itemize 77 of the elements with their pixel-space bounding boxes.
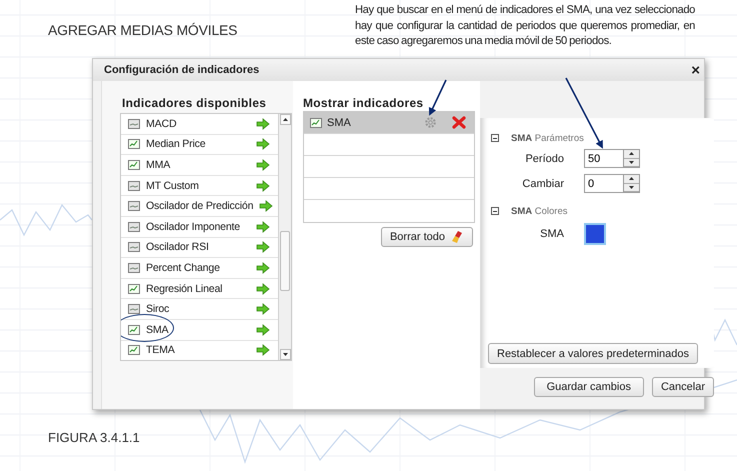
page-heading: AGREGAR MEDIAS MÓVILES	[48, 22, 238, 40]
chart-icon	[128, 201, 140, 212]
spin-down-button[interactable]	[624, 158, 639, 167]
cancel-button[interactable]: Cancelar	[652, 377, 714, 397]
add-arrow-icon[interactable]	[256, 138, 270, 150]
indicator-name[interactable]: Percent Change	[146, 262, 250, 274]
spin-up-button[interactable]	[624, 150, 639, 158]
field-label: SMA	[539, 228, 564, 240]
field-label: Cambiar	[521, 178, 564, 190]
line-chart-icon	[128, 345, 140, 356]
indicator-name[interactable]: Oscilador Imponente	[146, 220, 250, 233]
figure-caption: FIGURA 3.4.1.1	[48, 430, 140, 445]
indicator-name[interactable]: MT Custom	[146, 180, 250, 192]
indicator-name[interactable]: Regresión Lineal	[146, 282, 250, 295]
active-indicator-row[interactable]: SMA	[304, 112, 474, 134]
panel-heading: Indicadores disponibles	[122, 96, 268, 111]
add-arrow-icon[interactable]	[256, 262, 270, 274]
chart-icon	[128, 242, 140, 252]
number-input[interactable]: 0	[584, 174, 623, 193]
section-title: SMA Parámetros	[511, 132, 584, 144]
indicator-name[interactable]: MMA	[146, 158, 250, 171]
indicator-name[interactable]: TEMA	[146, 344, 250, 356]
add-arrow-icon[interactable]	[256, 118, 270, 130]
dialog-title: Configuración de indicadores	[104, 64, 260, 76]
add-arrow-icon[interactable]	[259, 200, 274, 212]
caret-up-icon	[629, 177, 634, 180]
indicator-name[interactable]: Oscilador de Predicción	[146, 200, 254, 212]
add-arrow-icon[interactable]	[256, 180, 270, 192]
collapse-icon[interactable]	[491, 207, 499, 215]
panel-heading: Mostrar indicadores	[303, 96, 424, 111]
scrollbar-thumb[interactable]	[280, 231, 290, 291]
color-swatch[interactable]	[584, 223, 606, 245]
indicator-name[interactable]: Siroc	[146, 303, 250, 316]
line-chart-icon	[128, 160, 140, 170]
annotation-text: Hay que buscar en el menú de indicadores el SMA, una vez seleccionado hay que configurar la cantidad de periodos que queremos promediar, en este caso agregaremos una media móvil de 50 periodos.	[355, 3, 695, 49]
scroll-down-button[interactable]	[280, 349, 290, 360]
caret-down-icon	[629, 160, 634, 164]
caret-down-icon	[282, 353, 288, 356]
chart-icon	[128, 118, 140, 129]
line-chart-icon	[128, 324, 140, 335]
indicator-name[interactable]: SMA	[146, 324, 250, 336]
reset-defaults-button[interactable]: Restablecer a valores predeterminados	[488, 343, 698, 364]
scrollbar[interactable]	[278, 114, 291, 360]
chart-icon	[128, 262, 140, 273]
chart-icon	[128, 222, 140, 232]
indicator-name[interactable]: Oscilador RSI	[146, 241, 250, 254]
add-arrow-icon[interactable]	[256, 220, 270, 233]
add-arrow-icon[interactable]	[256, 344, 270, 356]
caret-up-icon	[282, 118, 288, 121]
indicator-name[interactable]: MACD	[146, 118, 250, 130]
line-chart-icon	[128, 139, 140, 150]
close-button[interactable]: ×	[691, 62, 700, 78]
delete-icon[interactable]	[452, 116, 466, 129]
collapse-icon[interactable]	[491, 134, 499, 142]
save-button[interactable]: Guardar cambios	[534, 377, 644, 397]
section-title: SMA Colores	[511, 206, 568, 216]
add-arrow-icon[interactable]	[256, 282, 270, 295]
spin-down-button[interactable]	[624, 184, 639, 192]
add-arrow-icon[interactable]	[256, 241, 270, 254]
chart-icon	[128, 180, 140, 191]
line-chart-icon	[310, 118, 322, 128]
scroll-up-button[interactable]	[280, 114, 290, 125]
annotation-arrow	[428, 80, 447, 116]
add-arrow-icon[interactable]	[256, 303, 270, 316]
line-chart-icon	[128, 284, 140, 294]
broom-icon	[450, 230, 464, 244]
indicator-name[interactable]: Median Price	[146, 138, 250, 150]
caret-down-icon	[629, 186, 634, 189]
number-input[interactable]: 50	[584, 149, 623, 168]
field-label: Período	[524, 152, 564, 164]
clear-all-button[interactable]: Borrar todo	[380, 227, 473, 247]
indicator-name: SMA	[327, 116, 352, 128]
caret-up-icon	[629, 152, 634, 156]
add-arrow-icon[interactable]	[256, 158, 270, 171]
add-arrow-icon[interactable]	[256, 324, 270, 336]
spin-up-button[interactable]	[624, 175, 639, 184]
chart-icon	[128, 304, 140, 314]
